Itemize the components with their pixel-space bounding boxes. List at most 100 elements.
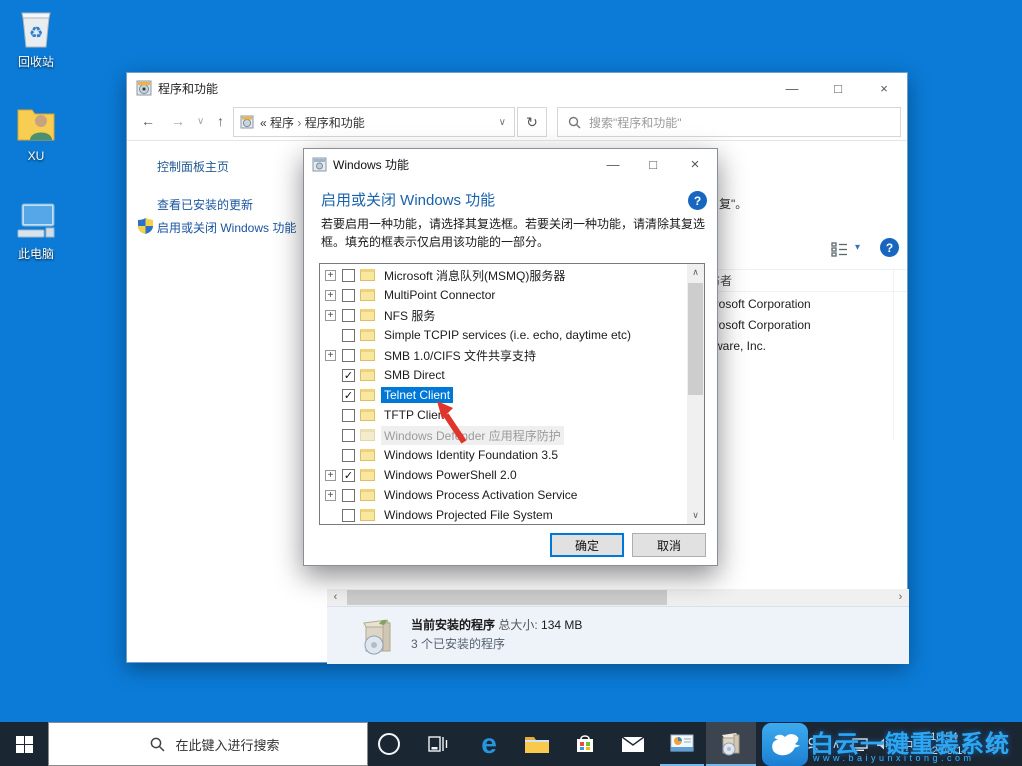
feature-row[interactable]: +TFTP Client xyxy=(320,405,687,425)
sidebar-item-turn-windows-features[interactable]: 启用或关闭 Windows 功能 xyxy=(157,219,296,236)
table-row[interactable]: VMware, Inc. xyxy=(696,339,956,360)
installer-box-icon xyxy=(722,733,740,756)
network-icon[interactable] xyxy=(848,722,872,766)
task-view-button[interactable] xyxy=(416,722,460,766)
address-dropdown-icon[interactable]: ∨ xyxy=(499,117,506,128)
feature-row[interactable]: + NFS 服务 xyxy=(320,305,687,325)
view-list-icon[interactable] xyxy=(831,242,848,257)
dialog-close-button[interactable]: × xyxy=(673,149,717,179)
dialog-help-icon[interactable]: ? xyxy=(688,191,707,210)
help-icon[interactable]: ? xyxy=(880,238,899,257)
desktop-icon-this-pc[interactable]: 此电脑 xyxy=(0,198,72,262)
up-button[interactable]: ↑ xyxy=(217,113,224,129)
feature-row[interactable]: +✓Telnet Client xyxy=(320,385,687,405)
column-header-publisher[interactable]: 发布者 xyxy=(696,272,956,289)
close-button[interactable]: × xyxy=(861,73,907,103)
forward-button[interactable]: → xyxy=(171,113,185,129)
address-bar[interactable]: « 程序 › 程序和功能 ∨ xyxy=(233,107,515,137)
feature-row[interactable]: +Simple TCPIP services (i.e. echo, dayti… xyxy=(320,325,687,345)
start-button[interactable] xyxy=(0,722,48,766)
expand-toggle-icon[interactable]: + xyxy=(325,309,336,321)
feature-row[interactable]: + Microsoft 消息队列(MSMQ)服务器 xyxy=(320,265,687,285)
main-window-titlebar[interactable]: 程序和功能 — □ × xyxy=(127,73,907,103)
feature-checkbox[interactable]: ✓ xyxy=(342,368,355,382)
feature-row[interactable]: +✓SMB Direct xyxy=(320,365,687,385)
feature-row[interactable]: + MultiPoint Connector xyxy=(320,285,687,305)
scroll-left-icon[interactable]: ‹ xyxy=(327,589,344,606)
clock[interactable]: 10:54 2020/9/17 xyxy=(918,722,970,766)
view-dropdown-icon[interactable]: ▾ xyxy=(855,242,860,253)
sidebar-item-view-updates[interactable]: 查看已安装的更新 xyxy=(157,196,253,213)
feature-row[interactable]: +Windows Defender 应用程序防护 xyxy=(320,425,687,445)
feature-row[interactable]: + Windows Process Activation Service xyxy=(320,485,687,505)
sidebar-item-control-panel-home[interactable]: 控制面板主页 xyxy=(157,158,229,175)
taskbar-search-input[interactable]: 在此键入进行搜索 xyxy=(48,722,368,766)
expand-toggle-icon[interactable]: + xyxy=(325,289,336,301)
volume-icon[interactable] xyxy=(872,722,896,766)
expand-toggle-icon[interactable]: + xyxy=(325,489,336,501)
feature-checkbox[interactable] xyxy=(342,428,355,442)
feature-checkbox[interactable]: ✓ xyxy=(342,388,355,402)
expand-toggle-icon[interactable]: + xyxy=(325,349,336,361)
desktop-icon-recycle-bin[interactable]: ♻ 回收站 xyxy=(0,6,72,70)
dialog-minimize-button[interactable]: — xyxy=(593,149,633,179)
feature-checkbox[interactable] xyxy=(342,288,355,302)
scrollbar-thumb[interactable] xyxy=(347,590,667,605)
tray-date: 2020/9/17 xyxy=(919,745,969,757)
feature-checkbox[interactable] xyxy=(342,328,355,342)
history-dropdown[interactable]: ∨ xyxy=(197,116,204,127)
back-button[interactable]: ← xyxy=(141,113,155,129)
scroll-right-icon[interactable]: › xyxy=(892,589,909,606)
feature-checkbox[interactable] xyxy=(342,448,355,462)
breadcrumb-overflow[interactable]: « xyxy=(260,116,267,130)
scrollbar-thumb[interactable] xyxy=(688,283,703,395)
folder-icon xyxy=(360,409,375,421)
dialog-maximize-button[interactable]: □ xyxy=(633,149,673,179)
scroll-up-icon[interactable]: ∧ xyxy=(687,267,704,278)
feature-label: Windows Process Activation Service xyxy=(384,488,578,502)
scroll-down-icon[interactable]: ∨ xyxy=(687,510,704,521)
expand-toggle-icon[interactable]: + xyxy=(325,469,336,481)
store-button[interactable] xyxy=(562,722,608,766)
feature-row[interactable]: +Windows Projected File System xyxy=(320,505,687,524)
feature-checkbox[interactable] xyxy=(342,408,355,422)
cancel-button[interactable]: 取消 xyxy=(632,533,706,557)
ime-indicator[interactable]: 中 xyxy=(896,722,918,766)
feature-row[interactable]: + SMB 1.0/CIFS 文件共享支持 xyxy=(320,345,687,365)
feature-label: Windows Projected File System xyxy=(384,508,553,522)
programs-icon xyxy=(136,80,152,96)
feature-row[interactable]: +Windows Identity Foundation 3.5 xyxy=(320,445,687,465)
table-row[interactable]: Microsoft Corporation xyxy=(696,318,956,339)
breadcrumb-current[interactable]: 程序和功能 xyxy=(305,116,365,130)
cortana-button[interactable] xyxy=(368,722,410,766)
desktop-icon-user-folder[interactable]: XU xyxy=(0,102,72,163)
feature-checkbox[interactable]: ✓ xyxy=(342,468,355,482)
control-panel-window-button[interactable] xyxy=(660,722,704,766)
feature-checkbox[interactable] xyxy=(342,488,355,502)
file-explorer-button[interactable] xyxy=(514,722,560,766)
minimize-button[interactable]: — xyxy=(769,73,815,103)
refresh-button[interactable]: ↻ xyxy=(517,107,547,137)
mail-button[interactable] xyxy=(610,722,656,766)
action-center-button[interactable] xyxy=(980,722,1010,766)
feature-row[interactable]: + ✓ Windows PowerShell 2.0 xyxy=(320,465,687,485)
dialog-titlebar[interactable]: Windows 功能 — □ × xyxy=(304,149,717,179)
table-row[interactable]: Microsoft Corporation xyxy=(696,297,956,318)
people-icon[interactable] xyxy=(800,722,824,766)
feature-checkbox[interactable] xyxy=(342,268,355,282)
horizontal-scrollbar[interactable]: ‹ › xyxy=(327,589,909,606)
feature-checkbox[interactable] xyxy=(342,508,355,522)
search-box[interactable]: 搜索"程序和功能" xyxy=(557,107,901,137)
maximize-button[interactable]: □ xyxy=(815,73,861,103)
features-listbox[interactable]: + Microsoft 消息队列(MSMQ)服务器 + MultiPoint Conn… xyxy=(319,263,705,525)
programs-features-taskbar-button[interactable] xyxy=(706,722,756,766)
breadcrumb-programs[interactable]: 程序 xyxy=(270,116,294,130)
breadcrumb[interactable]: « 程序 › 程序和功能 xyxy=(260,114,365,131)
edge-button[interactable]: e xyxy=(466,722,512,766)
hidden-icons-chevron[interactable]: ∧ xyxy=(826,722,846,766)
feature-checkbox[interactable] xyxy=(342,348,355,362)
expand-toggle-icon[interactable]: + xyxy=(325,269,336,281)
dialog-vertical-scrollbar[interactable]: ∧ ∨ xyxy=(687,264,704,524)
feature-checkbox[interactable] xyxy=(342,308,355,322)
ok-button[interactable]: 确定 xyxy=(550,533,624,557)
